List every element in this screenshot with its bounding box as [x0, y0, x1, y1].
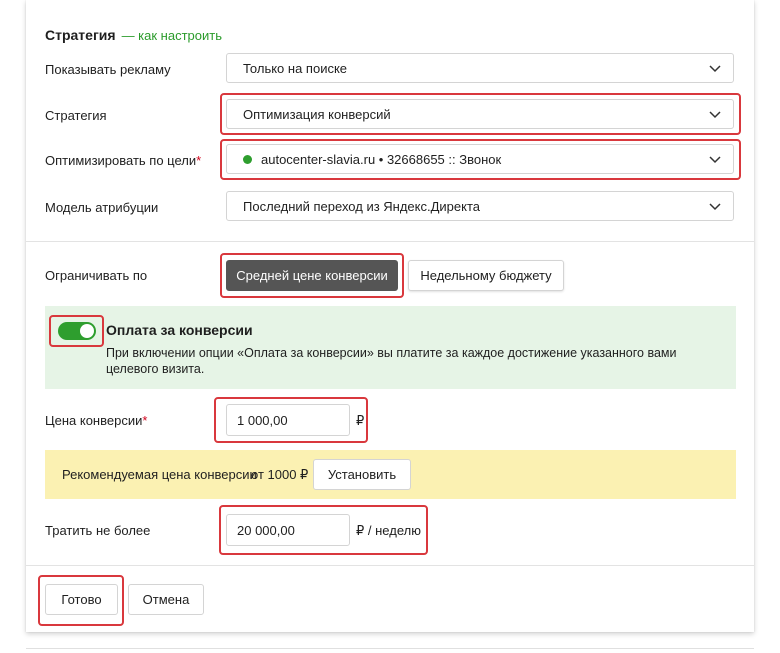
highlight-strategy — [220, 93, 741, 135]
weekly-spend-label: Тратить не более — [45, 523, 151, 538]
highlight-conversion-price — [214, 397, 368, 443]
recommendation-text: Рекомендуемая цена конверсии — [62, 467, 257, 482]
optimize-goal-label: Оптимизировать по цели* — [45, 153, 202, 168]
limit-label: Ограничивать по — [45, 268, 148, 283]
section-divider — [26, 241, 754, 242]
strategy-label: Стратегия — [45, 108, 107, 123]
show-ads-select[interactable]: Только на поиске — [226, 53, 734, 83]
chevron-down-icon — [709, 203, 721, 211]
section-title: Стратегия — как настроить — [45, 27, 222, 43]
highlight-toggle — [49, 315, 104, 347]
show-ads-label: Показывать рекламу — [45, 62, 171, 77]
apply-recommendation-button[interactable]: Установить — [313, 459, 411, 490]
highlight-limit-option — [220, 253, 404, 298]
limit-option-weekly-budget[interactable]: Недельному бюджету — [408, 260, 564, 291]
recommendation-amount: от 1000 ₽ — [251, 467, 309, 482]
attribution-value: Последний переход из Яндекс.Директа — [243, 198, 481, 214]
cancel-button[interactable]: Отмена — [128, 584, 204, 615]
attribution-select[interactable]: Последний переход из Яндекс.Директа — [226, 191, 734, 221]
show-ads-value: Только на поиске — [243, 60, 348, 76]
conversion-price-label: Цена конверсии* — [45, 413, 148, 428]
chevron-down-icon — [709, 65, 721, 73]
pay-for-conversions-title: Оплата за конверсии — [106, 322, 253, 338]
help-link[interactable]: — как настроить — [122, 28, 222, 43]
pay-for-conversions-description: При включении опции «Оплата за конверсии… — [106, 346, 677, 376]
bottom-divider — [26, 648, 754, 649]
highlight-done — [38, 575, 124, 626]
attribution-label: Модель атрибуции — [45, 200, 159, 215]
footer-divider — [26, 565, 754, 566]
highlight-optimize-goal — [220, 139, 741, 180]
highlight-weekly-spend — [219, 505, 428, 555]
